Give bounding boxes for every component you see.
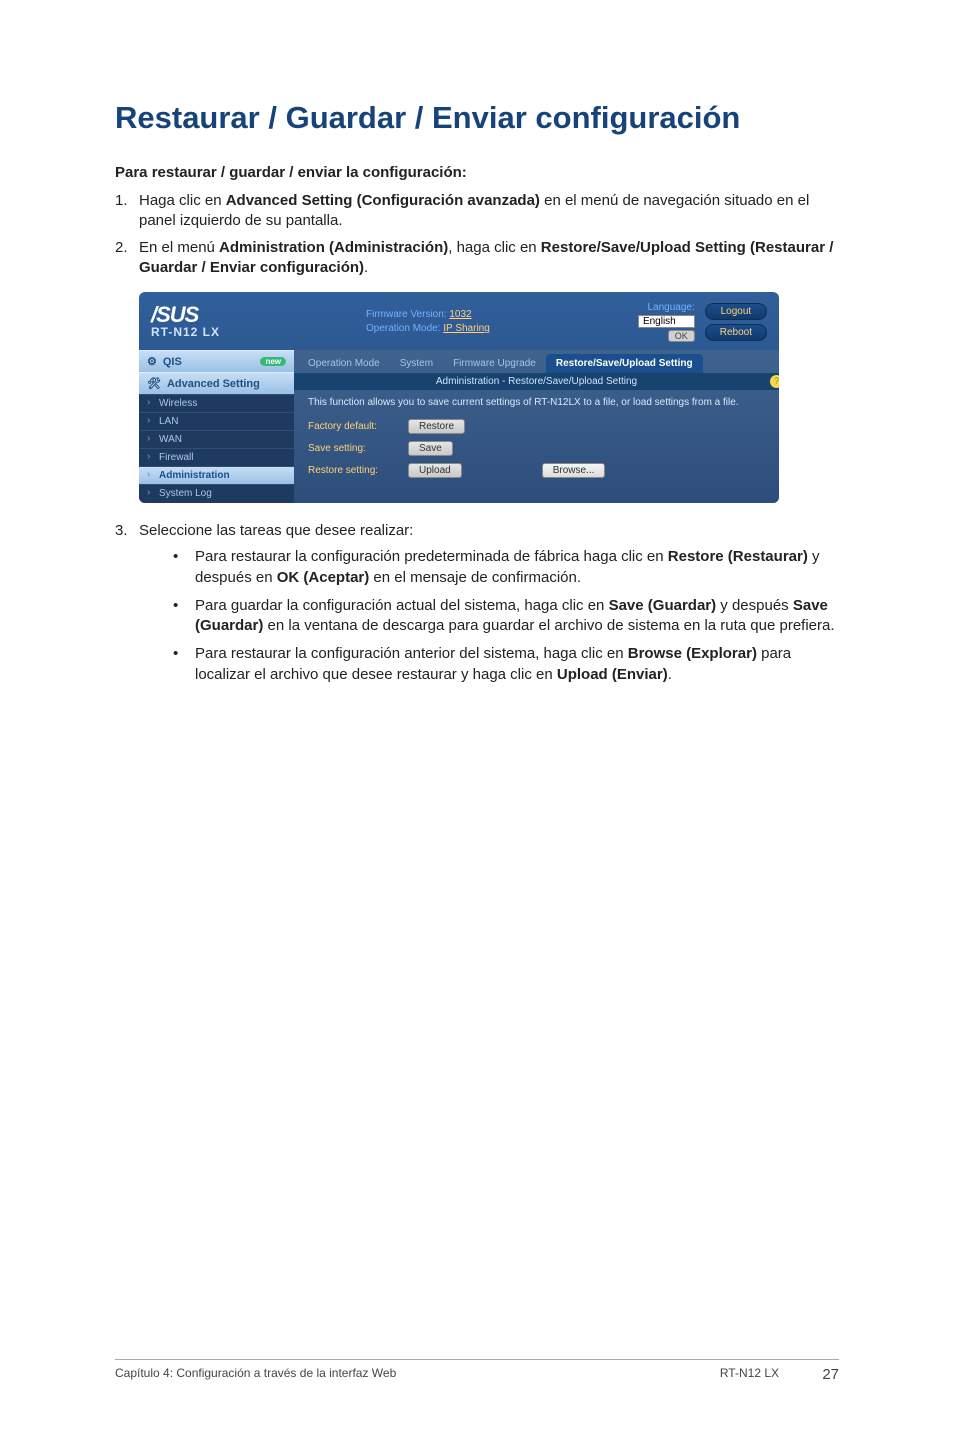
- new-badge: new: [260, 357, 286, 366]
- bold-text: Upload (Enviar): [557, 666, 668, 683]
- factory-default-label: Factory default:: [308, 421, 398, 432]
- bullet-restore: Para restaurar la configuración predeter…: [167, 547, 839, 588]
- sidebar-item-systemlog[interactable]: System Log: [139, 484, 294, 502]
- text: Para restaurar la configuración anterior…: [195, 645, 628, 662]
- bold-text: OK (Aceptar): [277, 569, 370, 586]
- action-buttons: Logout Reboot: [705, 303, 767, 341]
- upload-button[interactable]: Upload: [408, 463, 462, 478]
- step-2: 2. En el menú Administration (Administra…: [115, 238, 839, 279]
- main-panel: Operation Mode System Firmware Upgrade R…: [294, 350, 779, 503]
- gear-icon: ⚙: [147, 355, 157, 368]
- firmware-label: Firmware Version:: [366, 309, 447, 320]
- panel-title-text: Administration - Restore/Save/Upload Set…: [436, 376, 637, 387]
- firmware-link[interactable]: 1032: [449, 309, 471, 320]
- text: .: [364, 259, 368, 276]
- text: en el mensaje de confirmación.: [369, 569, 581, 586]
- sidebar-item-wan[interactable]: WAN: [139, 430, 294, 448]
- logout-button[interactable]: Logout: [705, 303, 767, 320]
- language-select[interactable]: English: [638, 315, 695, 328]
- router-screenshot: /SUS RT-N12 LX Firmware Version: 1032 Op…: [139, 292, 779, 503]
- footer-model: RT-N12 LX: [579, 1366, 779, 1383]
- tab-restore-save-upload[interactable]: Restore/Save/Upload Setting: [546, 354, 703, 373]
- model-label: RT-N12 LX: [151, 325, 306, 339]
- tab-system[interactable]: System: [390, 354, 443, 373]
- save-button[interactable]: Save: [408, 441, 453, 456]
- bold-text: Advanced Setting (Configuración avanzada…: [226, 192, 540, 209]
- text: Haga clic en: [139, 192, 226, 209]
- text: Para guardar la configuración actual del…: [195, 597, 609, 614]
- restore-setting-label: Restore setting:: [308, 465, 398, 476]
- section-subhead: Para restaurar / guardar / enviar la con…: [115, 164, 839, 181]
- sidebar-item-wireless[interactable]: Wireless: [139, 394, 294, 412]
- sidebar-item-administration[interactable]: Administration: [139, 466, 294, 484]
- text: en la ventana de descarga para guardar e…: [263, 617, 834, 634]
- tab-firmware-upgrade[interactable]: Firmware Upgrade: [443, 354, 546, 373]
- top-info: Firmware Version: 1032 Operation Mode: I…: [306, 308, 638, 336]
- bold-text: Browse (Explorar): [628, 645, 757, 662]
- logo-block: /SUS RT-N12 LX: [151, 305, 306, 339]
- help-icon[interactable]: ?: [770, 375, 779, 388]
- opmode-label: Operation Mode:: [366, 323, 441, 334]
- text: En el menú: [139, 239, 219, 256]
- step-number: 2.: [115, 238, 139, 279]
- sidebar-qis-label: QIS: [163, 356, 182, 368]
- reboot-button[interactable]: Reboot: [705, 324, 767, 341]
- language-label: Language:: [647, 302, 694, 313]
- text: y después: [716, 597, 793, 614]
- panel-title-bar: Administration - Restore/Save/Upload Set…: [294, 373, 779, 390]
- tab-bar: Operation Mode System Firmware Upgrade R…: [294, 350, 779, 373]
- sidebar-item-lan[interactable]: LAN: [139, 412, 294, 430]
- tab-operation-mode[interactable]: Operation Mode: [298, 354, 390, 373]
- bullet-save: Para guardar la configuración actual del…: [167, 596, 839, 637]
- tools-icon: 🛠: [147, 377, 161, 390]
- sidebar-qis-header[interactable]: ⚙ QIS new: [139, 350, 294, 372]
- language-box: Language: English OK: [638, 302, 695, 342]
- step-number: 3.: [115, 521, 139, 693]
- step-number: 1.: [115, 191, 139, 232]
- opmode-link[interactable]: IP Sharing: [443, 323, 490, 334]
- row-factory-default: Factory default: Restore: [294, 417, 779, 439]
- sidebar: ⚙ QIS new 🛠 Advanced Setting Wireless LA…: [139, 350, 294, 503]
- page-title: Restaurar / Guardar / Enviar configuraci…: [115, 100, 839, 136]
- text: , haga clic en: [448, 239, 541, 256]
- bold-text: Administration (Administración): [219, 239, 448, 256]
- sidebar-item-firewall[interactable]: Firewall: [139, 448, 294, 466]
- panel-description: This function allows you to save current…: [294, 390, 779, 417]
- browse-button[interactable]: Browse...: [542, 463, 606, 478]
- screenshot-header: /SUS RT-N12 LX Firmware Version: 1032 Op…: [139, 292, 779, 350]
- ok-button[interactable]: OK: [668, 330, 695, 342]
- brand-logo: /SUS: [151, 305, 306, 325]
- restore-button[interactable]: Restore: [408, 419, 465, 434]
- row-restore-setting: Restore setting: Upload Browse...: [294, 461, 779, 483]
- sidebar-advanced-header[interactable]: 🛠 Advanced Setting: [139, 372, 294, 394]
- bold-text: Restore (Restaurar): [668, 548, 808, 565]
- text: Para restaurar la configuración predeter…: [195, 548, 668, 565]
- text: .: [668, 666, 672, 683]
- bullet-browse: Para restaurar la configuración anterior…: [167, 644, 839, 685]
- footer-page-number: 27: [779, 1366, 839, 1383]
- step-3: 3. Seleccione las tareas que desee reali…: [115, 521, 839, 693]
- footer-chapter: Capítulo 4: Configuración a través de la…: [115, 1366, 579, 1383]
- sidebar-adv-label: Advanced Setting: [167, 378, 260, 390]
- save-setting-label: Save setting:: [308, 443, 398, 454]
- page-footer: Capítulo 4: Configuración a través de la…: [115, 1359, 839, 1383]
- row-save-setting: Save setting: Save: [294, 439, 779, 461]
- bold-text: Save (Guardar): [609, 597, 717, 614]
- step-1: 1. Haga clic en Advanced Setting (Config…: [115, 191, 839, 232]
- text: Seleccione las tareas que desee realizar…: [139, 522, 413, 539]
